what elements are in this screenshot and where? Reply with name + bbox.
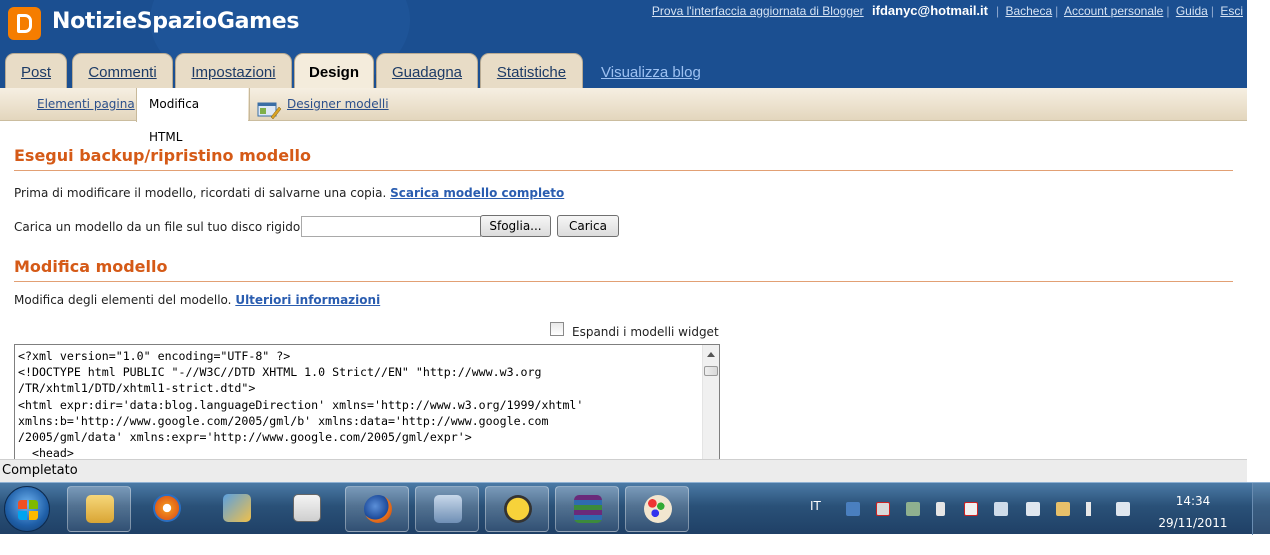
template-designer-icon [257,102,281,119]
start-button[interactable] [4,486,50,532]
edit-description-row: Modifica degli elementi del modello. Ult… [14,293,380,307]
backup-description-row: Prima di modificare il modello, ricordat… [14,186,564,200]
tray-network-icon[interactable] [994,502,1008,516]
windows-logo-icon [18,500,38,520]
subtab-page-elements[interactable]: Elementi pagina [25,88,147,121]
upload-button[interactable]: Carica [557,215,619,237]
media-player-icon [153,494,181,522]
edit-section-title: Modifica modello [14,257,168,276]
java-icon [504,495,532,523]
clock-time: 14:34 [1175,494,1211,508]
tab-post[interactable]: Post [5,53,67,88]
control-panel-icon [223,494,251,522]
firefox-icon [364,495,392,523]
view-blog-link[interactable]: Visualizza blog [601,64,701,81]
signout-link[interactable]: Esci [1220,4,1243,18]
taskbar-firefox[interactable] [345,486,409,532]
explorer-icon [86,495,114,523]
blogger-logo-icon[interactable] [8,7,41,40]
scroll-up-arrow-icon[interactable] [707,352,715,357]
subtab-edit-html[interactable]: Modifica HTML [136,88,248,144]
tray-update-icon[interactable] [1026,502,1040,516]
edit-description: Modifica degli elementi del modello. [14,293,232,307]
taskbar-network-installer[interactable] [415,486,479,532]
tab-settings[interactable]: Impostazioni [175,53,292,88]
template-file-input[interactable] [301,216,481,237]
taskbar-winrar[interactable] [555,486,619,532]
taskbar-media-player[interactable] [135,486,199,532]
network-installer-icon [434,495,462,523]
signature-icon [293,494,321,522]
taskbar-control-panel[interactable] [205,486,269,532]
template-code-editor[interactable]: <?xml version="1.0" encoding="UTF-8" ?> … [14,344,720,460]
paint-icon [644,495,672,523]
tray-blocked-icon[interactable] [964,502,978,516]
tab-stats[interactable]: Statistiche [480,53,583,88]
expand-widgets-label[interactable]: Espandi i modelli widget [572,325,719,339]
tray-app-icon[interactable] [846,502,860,516]
try-new-interface-link[interactable]: Prova l'interfaccia aggiornata di Blogge… [652,4,864,18]
tray-alert-icon[interactable] [876,502,890,516]
taskbar-java[interactable] [485,486,549,532]
top-links: Prova l'interfaccia aggiornata di Blogge… [651,3,1243,18]
taskbar-signature[interactable] [275,486,339,532]
tab-design[interactable]: Design [294,53,374,88]
help-link[interactable]: Guida [1176,4,1208,18]
account-link[interactable]: Account personale [1064,4,1163,18]
show-desktop-button[interactable] [1252,483,1270,535]
section-divider [14,281,1233,282]
battery-icon[interactable] [936,502,945,516]
code-editor-scrollbar[interactable] [702,345,719,459]
taskbar-clock[interactable]: 14:34 29/11/2011 [1155,490,1231,534]
expand-widgets-checkbox[interactable] [550,322,564,336]
tray-monitor-icon[interactable] [1116,502,1130,516]
volume-icon[interactable] [1086,502,1100,516]
taskbar-paint[interactable] [625,486,689,532]
user-email: ifdanyc@hotmail.it [872,3,988,18]
upload-label: Carica un modello da un file sul tuo dis… [14,220,305,234]
winrar-icon [574,495,602,523]
clock-date: 29/11/2011 [1158,516,1228,530]
backup-section-title: Esegui backup/ripristino modello [14,146,312,165]
more-info-link[interactable]: Ulteriori informazioni [235,293,380,307]
blog-title: NotizieSpazioGames [52,9,300,34]
download-template-link[interactable]: Scarica modello completo [390,186,564,200]
tray-tool-icon[interactable] [1056,502,1070,516]
tab-comments[interactable]: Commenti [72,53,173,88]
dashboard-link[interactable]: Bacheca [1005,4,1052,18]
browse-button[interactable]: Sfoglia... [480,215,551,237]
taskbar-explorer[interactable] [67,486,131,532]
language-indicator[interactable]: IT [810,499,821,513]
tab-monetize[interactable]: Guadagna [376,53,478,88]
sub-tabs: Elementi pagina Modifica HTML Designer m… [0,88,1247,144]
tray-device-icon[interactable] [906,502,920,516]
windows-taskbar: IT 14:34 29/11/2011 [0,482,1270,535]
template-code-text[interactable]: <?xml version="1.0" encoding="UTF-8" ?> … [18,348,698,459]
blogger-header: NotizieSpazioGames Prova l'interfaccia a… [0,0,1247,88]
backup-description: Prima di modificare il modello, ricordat… [14,186,387,200]
section-divider [14,170,1233,171]
browser-status-bar: Completato [0,459,1247,482]
scroll-thumb[interactable] [704,366,718,376]
